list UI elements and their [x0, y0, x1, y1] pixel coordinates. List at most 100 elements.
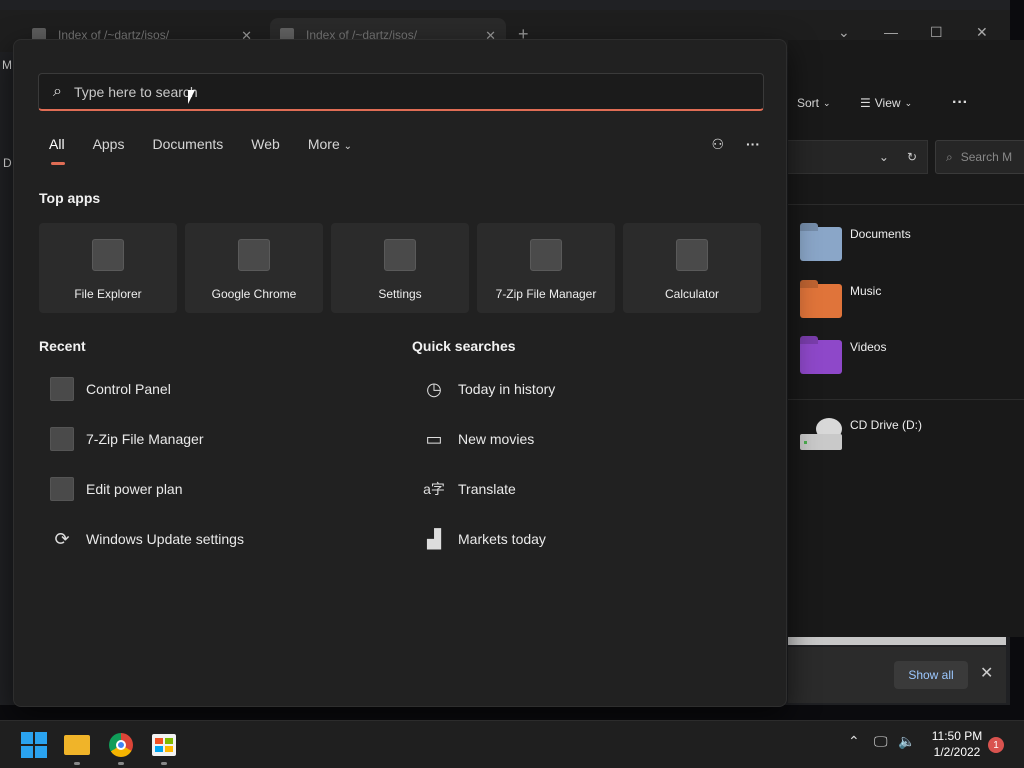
address-bar[interactable]: ⌄ ↻ — [788, 140, 928, 174]
refresh-icon[interactable]: ↻ — [907, 150, 917, 164]
recent-list: Control Panel 7-Zip File Manager Edit po… — [50, 364, 244, 564]
store-icon — [152, 734, 176, 756]
list-item-label: 7-Zip File Manager — [86, 431, 204, 447]
account-switch-icon[interactable]: ⚇ — [711, 136, 724, 153]
folder-label: Videos — [850, 340, 887, 354]
clock-icon: ◷ — [426, 378, 442, 399]
chevron-down-icon[interactable]: ⌄ — [879, 150, 889, 164]
close-window-button[interactable]: ✕ — [976, 24, 988, 41]
tab-more-label: More — [307, 136, 340, 152]
chevron-down-icon: ⌄ — [343, 141, 353, 152]
generic-app-icon — [50, 377, 74, 401]
recent-item-power-plan[interactable]: Edit power plan — [50, 464, 244, 514]
folder-music-icon — [800, 284, 842, 318]
recent-item-windows-update[interactable]: ⟳ Windows Update settings — [50, 514, 244, 564]
tab-documents[interactable]: Documents — [152, 136, 223, 152]
app-name: Settings — [378, 287, 422, 301]
folder-label: Music — [850, 284, 882, 298]
7zip-icon — [530, 239, 562, 271]
folder-music[interactable]: Music — [800, 284, 881, 318]
list-item-label: Today in history — [458, 381, 556, 397]
file-explorer-window: Sort ⌄ ☰ View ⌄ ··· ⌄ ↻ ⌕ Search M Docum… — [788, 40, 1024, 637]
show-hidden-icons-chevron-icon[interactable]: ⌃ — [848, 733, 860, 750]
search-box[interactable]: ⌕ — [38, 73, 764, 111]
running-indicator — [161, 762, 167, 765]
search-input[interactable] — [71, 82, 672, 101]
minimize-button[interactable]: — — [884, 24, 898, 40]
mouse-cursor — [188, 90, 195, 104]
refresh-icon: ⟳ — [54, 528, 70, 549]
explorer-search-box[interactable]: ⌕ Search M — [935, 140, 1024, 174]
sort-button[interactable]: Sort ⌄ — [797, 96, 831, 110]
running-indicator — [74, 762, 80, 765]
explorer-search-placeholder: Search M — [960, 150, 1013, 164]
clapperboard-icon: ▭ — [425, 428, 443, 449]
app-tile-calculator[interactable]: Calculator — [623, 223, 761, 313]
cd-drive[interactable]: CD Drive (D:) — [800, 418, 922, 452]
more-options-icon[interactable]: ··· — [746, 136, 760, 153]
show-all-button[interactable]: Show all — [894, 661, 968, 689]
view-button[interactable]: ☰ View ⌄ — [860, 96, 912, 110]
app-name: Google Chrome — [211, 287, 297, 301]
recent-item-control-panel[interactable]: Control Panel — [50, 364, 244, 414]
explorer-toolbar: Sort ⌄ ☰ View ⌄ ··· — [788, 88, 1024, 118]
network-icon[interactable]: 🖵 — [874, 733, 888, 750]
list-item-label: Edit power plan — [86, 481, 183, 497]
tab-web[interactable]: Web — [251, 136, 280, 152]
tab-apps[interactable]: Apps — [93, 136, 125, 152]
tab-all[interactable]: All — [49, 136, 65, 165]
app-tile-file-explorer[interactable]: File Explorer — [39, 223, 177, 313]
chrome-icon — [109, 733, 133, 757]
panel-actions: ⚇ ··· — [711, 136, 760, 153]
app-tile-7zip[interactable]: 7-Zip File Manager — [477, 223, 615, 313]
system-clock[interactable]: 11:50 PM 1/2/2022 — [920, 728, 994, 760]
quick-item-translate[interactable]: a字 Translate — [422, 464, 555, 514]
notification-badge[interactable]: 1 — [988, 737, 1004, 753]
generic-app-icon — [50, 477, 74, 501]
search-panel: ⌕ All Apps Documents Web More ⌄ ⚇ ··· To… — [13, 39, 787, 707]
folder-videos[interactable]: Videos — [800, 340, 886, 374]
app-name: 7-Zip File Manager — [495, 287, 597, 301]
quick-item-new-movies[interactable]: ▭ New movies — [422, 414, 555, 464]
app-tile-google-chrome[interactable]: Google Chrome — [185, 223, 323, 313]
translate-icon: a字 — [423, 481, 445, 497]
folder-documents[interactable]: Documents — [800, 227, 911, 261]
taskbar-file-explorer[interactable] — [63, 731, 91, 765]
start-button[interactable] — [20, 731, 48, 759]
app-name: Calculator — [664, 287, 720, 301]
more-options-button[interactable]: ··· — [952, 94, 968, 112]
file-explorer-icon — [92, 239, 124, 271]
chart-icon: ▟ — [427, 528, 441, 549]
view-label: View — [874, 96, 901, 110]
list-item-label: Control Panel — [86, 381, 171, 397]
top-apps-heading: Top apps — [39, 190, 101, 206]
sort-label: Sort — [797, 96, 820, 110]
quick-item-today-in-history[interactable]: ◷ Today in history — [422, 364, 555, 414]
windows-logo-icon — [21, 732, 47, 758]
volume-icon[interactable]: 🔈 — [898, 733, 915, 750]
tab-search-chevron-icon[interactable]: ⌄ — [838, 24, 850, 41]
list-item-label: Windows Update settings — [86, 531, 244, 547]
close-icon[interactable]: ✕ — [980, 663, 993, 683]
list-item-label: Translate — [458, 481, 516, 497]
generic-app-icon — [50, 427, 74, 451]
folder-label: Documents — [850, 227, 911, 241]
folder-icon — [64, 735, 90, 755]
quick-item-markets-today[interactable]: ▟ Markets today — [422, 514, 555, 564]
maximize-button[interactable]: ☐ — [930, 24, 943, 41]
app-name: File Explorer — [74, 287, 142, 301]
taskbar-store[interactable] — [150, 731, 178, 765]
taskbar-chrome[interactable] — [107, 731, 135, 765]
app-tile-settings[interactable]: Settings — [331, 223, 469, 313]
cd-drive-icon — [800, 418, 842, 452]
notification-bar: Show all ✕ — [788, 647, 1006, 703]
quick-searches-heading: Quick searches — [412, 338, 516, 354]
recent-item-7zip[interactable]: 7-Zip File Manager — [50, 414, 244, 464]
tab-more[interactable]: More ⌄ — [308, 136, 352, 152]
top-apps-row: File Explorer Google Chrome Settings 7-Z… — [39, 223, 761, 313]
settings-icon — [384, 239, 416, 271]
recent-heading: Recent — [39, 338, 86, 354]
horizontal-scrollbar[interactable] — [788, 637, 1006, 645]
search-filter-tabs: All Apps Documents Web More ⌄ — [49, 136, 352, 165]
divider — [788, 399, 1024, 400]
